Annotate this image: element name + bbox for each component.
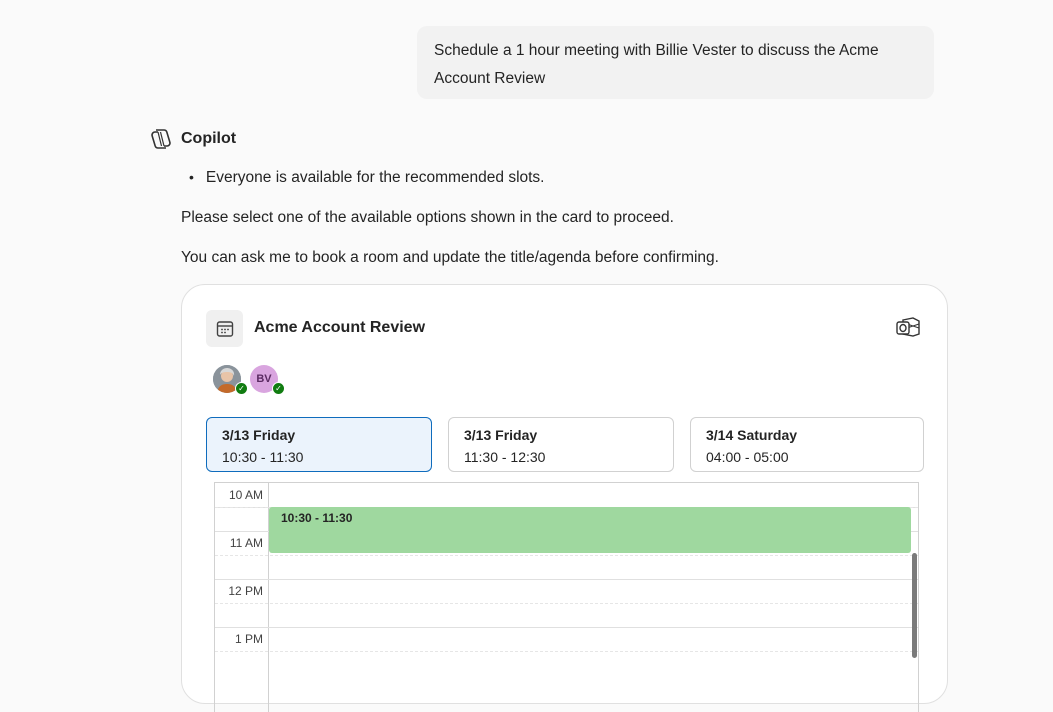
hour-label: 10 AM: [228, 488, 263, 502]
assistant-paragraph-2: You can ask me to book a room and update…: [181, 249, 719, 266]
meeting-title: Acme Account Review: [254, 319, 426, 336]
time-slot-option[interactable]: 3/14 Saturday 04:00 - 05:00: [690, 417, 924, 472]
meeting-card: Acme Account Review ✓ BV ✓ 3/13 Friday 1…: [181, 284, 948, 712]
available-check-icon: ✓: [235, 382, 248, 395]
outlook-icon[interactable]: [895, 315, 921, 339]
half-hour-line: [215, 651, 918, 652]
event-time-label: 10:30 - 11:30: [281, 511, 353, 525]
calendar-icon: [206, 310, 243, 347]
slot-time: 10:30 - 11:30: [222, 449, 304, 465]
slot-time: 04:00 - 05:00: [706, 449, 789, 465]
time-slot-option[interactable]: 3/13 Friday 10:30 - 11:30: [206, 417, 432, 472]
bullet-dot-icon: •: [189, 169, 194, 185]
day-timeline[interactable]: 10 AM 11 AM 12 PM 1 PM 10:30 - 11:30: [214, 482, 919, 712]
hour-label: 1 PM: [234, 632, 263, 646]
user-message-bubble: Schedule a 1 hour meeting with Billie Ve…: [417, 26, 934, 99]
bullet-text: Everyone is available for the recommende…: [205, 169, 545, 186]
hour-line: [215, 579, 918, 580]
assistant-name: Copilot: [181, 130, 237, 147]
slot-date: 3/13 Friday: [222, 427, 296, 443]
hour-label: 12 PM: [228, 584, 263, 598]
slot-time: 11:30 - 12:30: [464, 449, 546, 465]
slot-date: 3/14 Saturday: [706, 427, 798, 443]
hour-line: [215, 627, 918, 628]
hour-label: 11 AM: [229, 536, 263, 550]
copilot-logo-icon: [151, 129, 171, 149]
user-message-text: Schedule a 1 hour meeting with Billie Ve…: [434, 42, 879, 87]
timeline-scrollbar[interactable]: [912, 553, 917, 658]
assistant-bullet: • Everyone is available for the recommen…: [189, 169, 545, 187]
half-hour-line: [215, 555, 918, 556]
available-check-icon: ✓: [272, 382, 285, 395]
assistant-paragraph-1: Please select one of the available optio…: [181, 209, 674, 226]
assistant-header: Copilot: [149, 127, 236, 151]
attendee-initials: BV: [256, 373, 272, 385]
proposed-event-block[interactable]: 10:30 - 11:30: [269, 507, 911, 553]
time-slot-option[interactable]: 3/13 Friday 11:30 - 12:30: [448, 417, 674, 472]
half-hour-line: [215, 603, 918, 604]
slot-date: 3/13 Friday: [464, 427, 538, 443]
